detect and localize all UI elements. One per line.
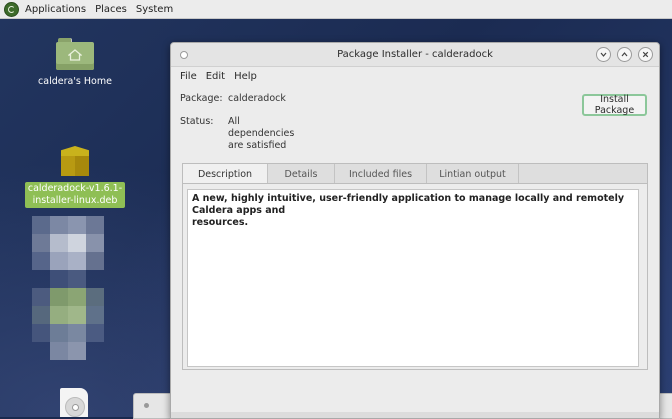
pixelated-icon xyxy=(32,216,124,366)
top-panel: Applications Places System xyxy=(0,0,672,19)
description-text[interactable]: A new, highly intuitive, user-friendly a… xyxy=(187,189,639,367)
package-label: Package: xyxy=(180,93,223,104)
window-menu-icon[interactable] xyxy=(180,51,188,59)
window-stub[interactable] xyxy=(133,393,173,419)
desktop-package-file[interactable]: calderadock-v1.6.1- installer-linux.deb xyxy=(24,146,126,208)
package-file-label: calderadock-v1.6.1- installer-linux.deb xyxy=(24,182,126,208)
tab-details[interactable]: Details xyxy=(268,164,335,184)
status-label: Status: xyxy=(180,116,214,127)
tab-description[interactable]: Description xyxy=(183,164,268,184)
status-value: All dependencies are satisfied xyxy=(228,116,295,151)
menu-edit[interactable]: Edit xyxy=(206,71,225,82)
menu-places[interactable]: Places xyxy=(95,4,127,15)
package-value: calderadock xyxy=(228,93,286,104)
menu-help[interactable]: Help xyxy=(234,71,257,82)
desktop-home-icon[interactable]: caldera's Home xyxy=(26,38,124,87)
home-folder-icon xyxy=(56,38,94,70)
minimize-icon[interactable] xyxy=(596,47,611,62)
menu-system[interactable]: System xyxy=(136,4,173,15)
deb-package-icon xyxy=(61,146,89,176)
close-icon[interactable] xyxy=(638,47,653,62)
maximize-icon[interactable] xyxy=(617,47,632,62)
titlebar[interactable]: Package Installer - calderadock xyxy=(171,43,659,67)
install-package-button[interactable]: Install Package xyxy=(582,94,647,116)
home-label: caldera's Home xyxy=(38,76,112,87)
window-title: Package Installer - calderadock xyxy=(337,49,493,60)
menubar: File Edit Help xyxy=(171,67,659,85)
disc-icon[interactable] xyxy=(60,388,88,417)
package-info: Package: calderadock Status: All depende… xyxy=(171,85,659,157)
tab-included-files[interactable]: Included files xyxy=(335,164,427,184)
package-installer-window: Package Installer - calderadock File Edi… xyxy=(170,42,660,419)
mint-menu-icon[interactable] xyxy=(4,1,19,17)
tab-lintian-output[interactable]: Lintian output xyxy=(427,164,519,184)
menu-applications[interactable]: Applications xyxy=(25,4,86,15)
description-panel: A new, highly intuitive, user-friendly a… xyxy=(182,183,648,370)
tab-bar: Description Details Included files Linti… xyxy=(182,163,648,184)
menu-file[interactable]: File xyxy=(180,71,197,82)
window-bottom-strip xyxy=(171,412,659,418)
